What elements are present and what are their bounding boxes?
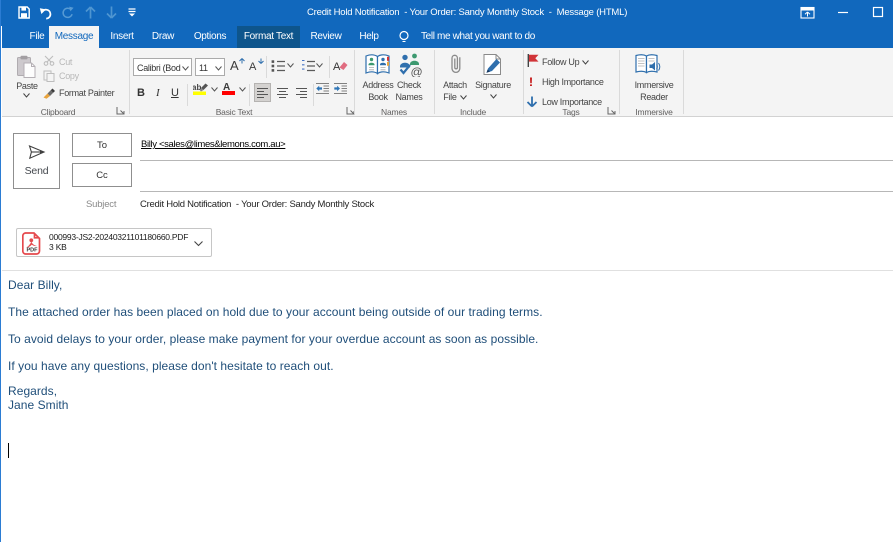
svg-text:PDF: PDF [27, 248, 39, 254]
svg-text:@: @ [411, 65, 423, 77]
